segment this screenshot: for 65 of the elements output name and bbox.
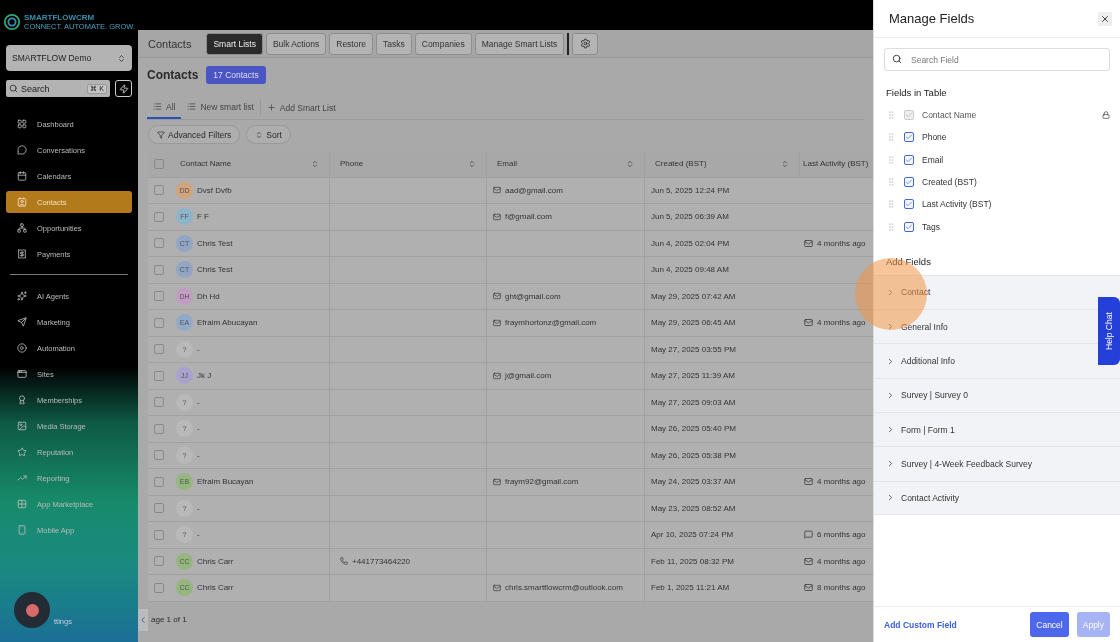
page-indicator: age 1 of 1 bbox=[151, 615, 187, 624]
contact-name: Efraim Bucayan bbox=[197, 477, 254, 487]
logo-name: SMARTFLOWCRM bbox=[24, 13, 96, 22]
count-badge: 17 Contacts bbox=[206, 66, 266, 84]
created-date: May 23, 2025 08:52 AM bbox=[651, 503, 736, 513]
created-date: Jun 4, 2025 02:04 PM bbox=[651, 238, 730, 248]
created-date: May 26, 2025 05:40 PM bbox=[651, 424, 736, 434]
contact-name: Chris Carr bbox=[197, 583, 234, 593]
field-label: Contact Name bbox=[922, 110, 977, 121]
contact-name: - bbox=[197, 397, 200, 407]
last-activity: 4 months ago bbox=[817, 477, 866, 487]
contact-name: Chris Test bbox=[197, 238, 233, 248]
contact-name: - bbox=[197, 530, 200, 540]
created-date: Apr 10, 2025 07:24 PM bbox=[651, 530, 734, 540]
created-date: Feb 11, 2025 08:32 PM bbox=[651, 556, 735, 566]
created-date: May 27, 2025 11:39 AM bbox=[651, 371, 735, 381]
created-date: Jun 5, 2025 12:24 PM bbox=[651, 185, 730, 195]
section-title: Add Fields bbox=[885, 255, 932, 267]
last-activity: 8 months ago bbox=[817, 583, 866, 593]
created-date: May 26, 2025 05:38 PM bbox=[651, 450, 736, 460]
created-date: May 29, 2025 07:42 AM bbox=[651, 291, 736, 301]
field-label: Email bbox=[922, 154, 944, 165]
email-address: f@gmail.com bbox=[505, 212, 552, 222]
created-date: Jun 4, 2025 09:48 AM bbox=[651, 265, 729, 275]
column-header: Phone bbox=[330, 151, 487, 177]
column-header: Created (BST) bbox=[645, 151, 800, 177]
phone-number: +441773464220 bbox=[352, 556, 411, 566]
field-label: Tags bbox=[922, 221, 940, 232]
email-address: fraymhortonz@gmail.com bbox=[505, 318, 597, 328]
column-header: Email bbox=[487, 151, 645, 177]
contact-name: F F bbox=[197, 212, 209, 222]
created-date: Feb 1, 2025 11:21 AM bbox=[651, 583, 730, 593]
field-label: Phone bbox=[922, 132, 947, 143]
email-address: j@gmail.com bbox=[505, 371, 552, 381]
column-header: Contact Name bbox=[170, 151, 330, 177]
email-address: ght@gmail.com bbox=[505, 291, 561, 301]
email-address: chris.smartflowcrm@outlook.com bbox=[505, 583, 623, 593]
created-date: May 24, 2025 03:37 AM bbox=[651, 477, 736, 487]
contact-name: Dvsf Dvfb bbox=[197, 185, 232, 195]
field-label: Last Activity (BST) bbox=[922, 199, 992, 210]
section-title: Fields in Table bbox=[885, 87, 948, 98]
last-activity: 4 months ago bbox=[817, 238, 866, 248]
contact-name: - bbox=[197, 450, 200, 460]
contact-name: Chris Carr bbox=[197, 556, 234, 566]
contact-name: - bbox=[197, 503, 200, 513]
drawer-title: Manage Fields bbox=[889, 11, 975, 26]
created-date: May 27, 2025 03:55 PM bbox=[651, 344, 736, 354]
last-activity: 4 months ago bbox=[817, 556, 866, 566]
contact-name: - bbox=[197, 424, 200, 434]
email-address: fraym92@gmail.com bbox=[505, 477, 579, 487]
created-date: Jun 5, 2025 06:39 AM bbox=[651, 212, 729, 222]
contact-name: Chris Test bbox=[197, 265, 233, 275]
contact-name: Dh Hd bbox=[197, 291, 220, 301]
created-date: May 27, 2025 09:03 AM bbox=[651, 397, 736, 407]
last-activity: 6 months ago bbox=[817, 530, 866, 540]
section-title: Contacts bbox=[147, 68, 199, 82]
column-header: Last Activity (BST) bbox=[802, 158, 870, 171]
contact-name: - bbox=[197, 344, 200, 354]
contact-name: Efraim Abucayan bbox=[197, 318, 258, 328]
contact-name: Jk J bbox=[197, 371, 212, 381]
field-label: Created (BST) bbox=[922, 177, 977, 188]
created-date: May 29, 2025 06:45 AM bbox=[651, 318, 736, 328]
page-title: Contacts bbox=[148, 37, 192, 50]
last-activity: 4 months ago bbox=[817, 318, 866, 328]
email-address: aad@gmail.com bbox=[505, 185, 563, 195]
